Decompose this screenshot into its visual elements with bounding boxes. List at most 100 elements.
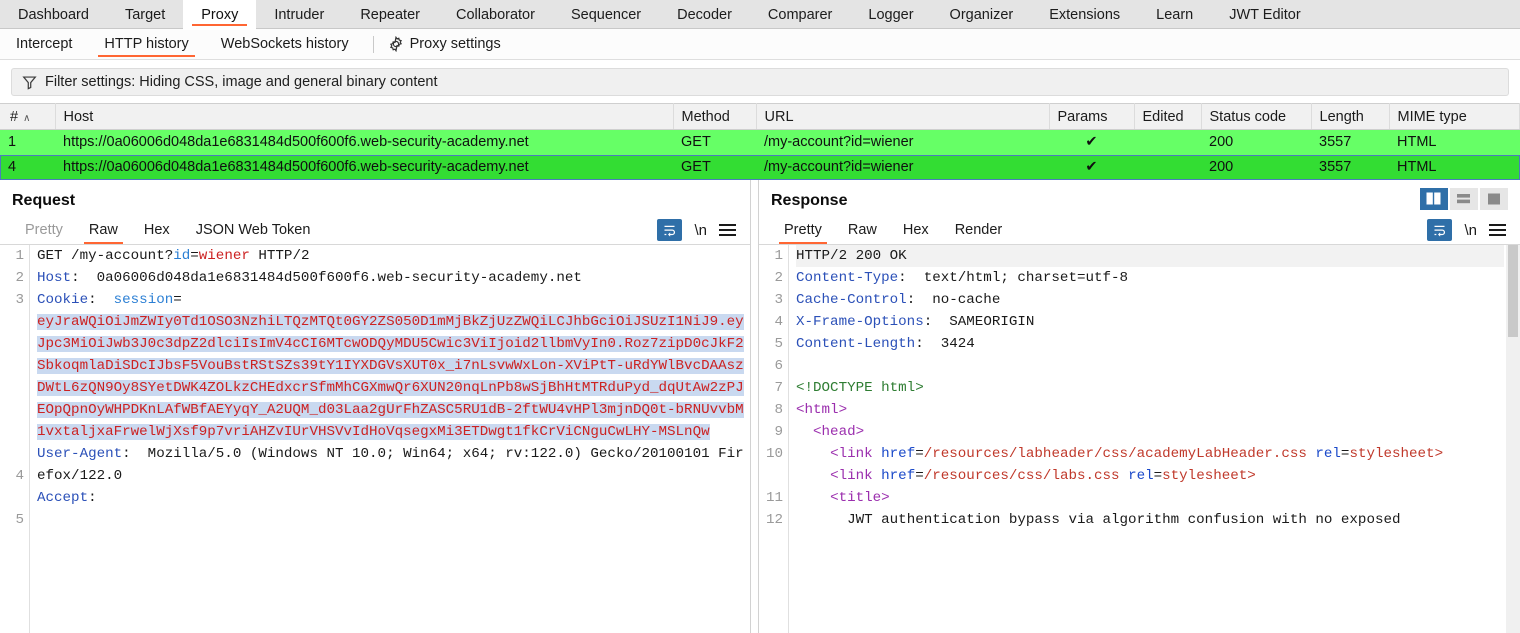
message-editor-panes: Request PrettyRawHexJSON Web Token \n 12… — [0, 180, 1520, 633]
main-tab-jwt-editor[interactable]: JWT Editor — [1211, 0, 1318, 29]
code-line: Cache-Control: no-cache — [796, 289, 1504, 311]
code-token: User-Agent — [37, 446, 122, 462]
main-tab-organizer[interactable]: Organizer — [932, 0, 1032, 29]
code-line: X-Frame-Options: SAMEORIGIN — [796, 311, 1504, 333]
main-tab-collaborator[interactable]: Collaborator — [438, 0, 553, 29]
main-tab-intruder[interactable]: Intruder — [256, 0, 342, 29]
code-token: : SAMEORIGIN — [924, 314, 1035, 330]
code-token: <!DOCTYPE html> — [796, 380, 924, 396]
column-header-edited[interactable]: Edited — [1134, 104, 1201, 130]
code-token: X-Frame-Options — [796, 314, 924, 330]
response-tab-raw[interactable]: Raw — [835, 217, 890, 244]
sub-tab-http-history[interactable]: HTTP history — [88, 29, 204, 59]
newline-toggle[interactable]: \n — [694, 222, 707, 239]
code-line: Accept: — [37, 487, 750, 509]
word-wrap-icon[interactable] — [1427, 219, 1452, 241]
main-tab-sequencer[interactable]: Sequencer — [553, 0, 659, 29]
cell-params: ✔ — [1049, 155, 1134, 180]
table-row[interactable]: 4https://0a06006d048da1e6831484d500f600f… — [0, 155, 1520, 180]
column-header-label: Status code — [1210, 109, 1287, 125]
main-tab-proxy[interactable]: Proxy — [183, 0, 256, 29]
main-tab-learn[interactable]: Learn — [1138, 0, 1211, 29]
hamburger-menu-icon[interactable] — [719, 224, 736, 236]
code-token: <html> — [796, 402, 847, 418]
filter-settings-text: Filter settings: Hiding CSS, image and g… — [45, 74, 438, 90]
request-pane: Request PrettyRawHexJSON Web Token \n 12… — [0, 180, 750, 633]
sub-tab-websockets-history[interactable]: WebSockets history — [205, 29, 365, 59]
cell-length: 3557 — [1311, 155, 1389, 180]
request-tab-hex[interactable]: Hex — [131, 217, 183, 244]
funnel-icon — [22, 75, 37, 90]
response-scrollbar-thumb[interactable] — [1508, 245, 1518, 337]
column-header-host[interactable]: Host — [55, 104, 673, 130]
pane-splitter[interactable] — [750, 180, 759, 633]
cell-status-code: 200 — [1201, 130, 1311, 155]
view-layout-buttons — [1420, 188, 1508, 210]
column-header-status-code[interactable]: Status code — [1201, 104, 1311, 130]
code-token: JWT authentication bypass via algorithm … — [796, 512, 1401, 528]
request-line-numbers: 12345 — [0, 245, 30, 633]
main-tab-label: Collaborator — [456, 7, 535, 23]
response-editor-tools: \n — [1427, 219, 1520, 241]
code-token: session — [97, 292, 174, 308]
response-editor[interactable]: 123456789101112 HTTP/2 200 OKContent-Typ… — [759, 244, 1520, 633]
cell-host: https://0a06006d048da1e6831484d500f600f6… — [55, 130, 673, 155]
response-tab-pretty[interactable]: Pretty — [771, 217, 835, 244]
stacked-view-button[interactable] — [1450, 188, 1478, 210]
request-content[interactable]: GET /my-account?id=wiener HTTP/2Host: 0a… — [30, 245, 750, 633]
main-tab-label: Sequencer — [571, 7, 641, 23]
code-token: Cookie — [37, 292, 88, 308]
response-scrollbar[interactable] — [1506, 245, 1520, 633]
main-tab-repeater[interactable]: Repeater — [342, 0, 438, 29]
single-view-button[interactable] — [1480, 188, 1508, 210]
column-header-params[interactable]: Params — [1049, 104, 1134, 130]
line-number: 2 — [759, 267, 783, 289]
code-token: rel — [1315, 446, 1341, 462]
column-header-length[interactable]: Length — [1311, 104, 1389, 130]
main-tab-logger[interactable]: Logger — [850, 0, 931, 29]
main-tab-target[interactable]: Target — [107, 0, 183, 29]
code-token: Accept — [37, 490, 88, 506]
main-tab-comparer[interactable]: Comparer — [750, 0, 850, 29]
column-header-label: Method — [682, 109, 730, 125]
table-header-row: #∧Host Method URLParams Edited Status code Le… — [0, 104, 1520, 130]
code-line: User-Agent: Mozilla/5.0 (Windows NT 10.0… — [37, 443, 750, 487]
column-header-label: Length — [1320, 109, 1364, 125]
column-header-url[interactable]: URL — [756, 104, 1049, 130]
column-header-label: Edited — [1143, 109, 1184, 125]
request-tab-pretty[interactable]: Pretty — [12, 217, 76, 244]
request-editor[interactable]: 12345 GET /my-account?id=wiener HTTP/2Ho… — [0, 244, 750, 633]
column-header-mime-type[interactable]: MIME type — [1389, 104, 1520, 130]
newline-toggle[interactable]: \n — [1464, 222, 1477, 239]
request-tab-json-web-token[interactable]: JSON Web Token — [183, 217, 324, 244]
word-wrap-icon[interactable] — [657, 219, 682, 241]
response-content[interactable]: HTTP/2 200 OKContent-Type: text/html; ch… — [789, 245, 1520, 633]
main-tab-label: JWT Editor — [1229, 7, 1300, 23]
table-row[interactable]: 1https://0a06006d048da1e6831484d500f600f… — [0, 130, 1520, 155]
code-token — [796, 424, 813, 440]
main-tab-dashboard[interactable]: Dashboard — [0, 0, 107, 29]
hamburger-menu-icon[interactable] — [1489, 224, 1506, 236]
column-header-[interactable]: #∧ — [0, 104, 55, 130]
main-tab-extensions[interactable]: Extensions — [1031, 0, 1138, 29]
code-token — [796, 358, 805, 374]
line-number — [0, 399, 24, 421]
filter-settings-bar[interactable]: Filter settings: Hiding CSS, image and g… — [11, 68, 1509, 96]
main-tab-decoder[interactable]: Decoder — [659, 0, 750, 29]
cell-method: GET — [673, 130, 756, 155]
code-token: <link — [830, 446, 881, 462]
column-header-label: MIME type — [1398, 109, 1467, 125]
side-by-side-view-button[interactable] — [1420, 188, 1448, 210]
response-tab-render[interactable]: Render — [942, 217, 1016, 244]
sub-tab-intercept[interactable]: Intercept — [0, 29, 88, 59]
tab-divider — [373, 36, 374, 53]
main-tab-label: Repeater — [360, 7, 420, 23]
code-token — [796, 468, 830, 484]
column-header-method[interactable]: Method — [673, 104, 756, 130]
proxy-settings-button[interactable]: Proxy settings — [382, 29, 517, 59]
line-number — [0, 377, 24, 399]
line-number: 11 — [759, 487, 783, 509]
request-tab-raw[interactable]: Raw — [76, 217, 131, 244]
response-tab-hex[interactable]: Hex — [890, 217, 942, 244]
main-tab-label: Logger — [868, 7, 913, 23]
